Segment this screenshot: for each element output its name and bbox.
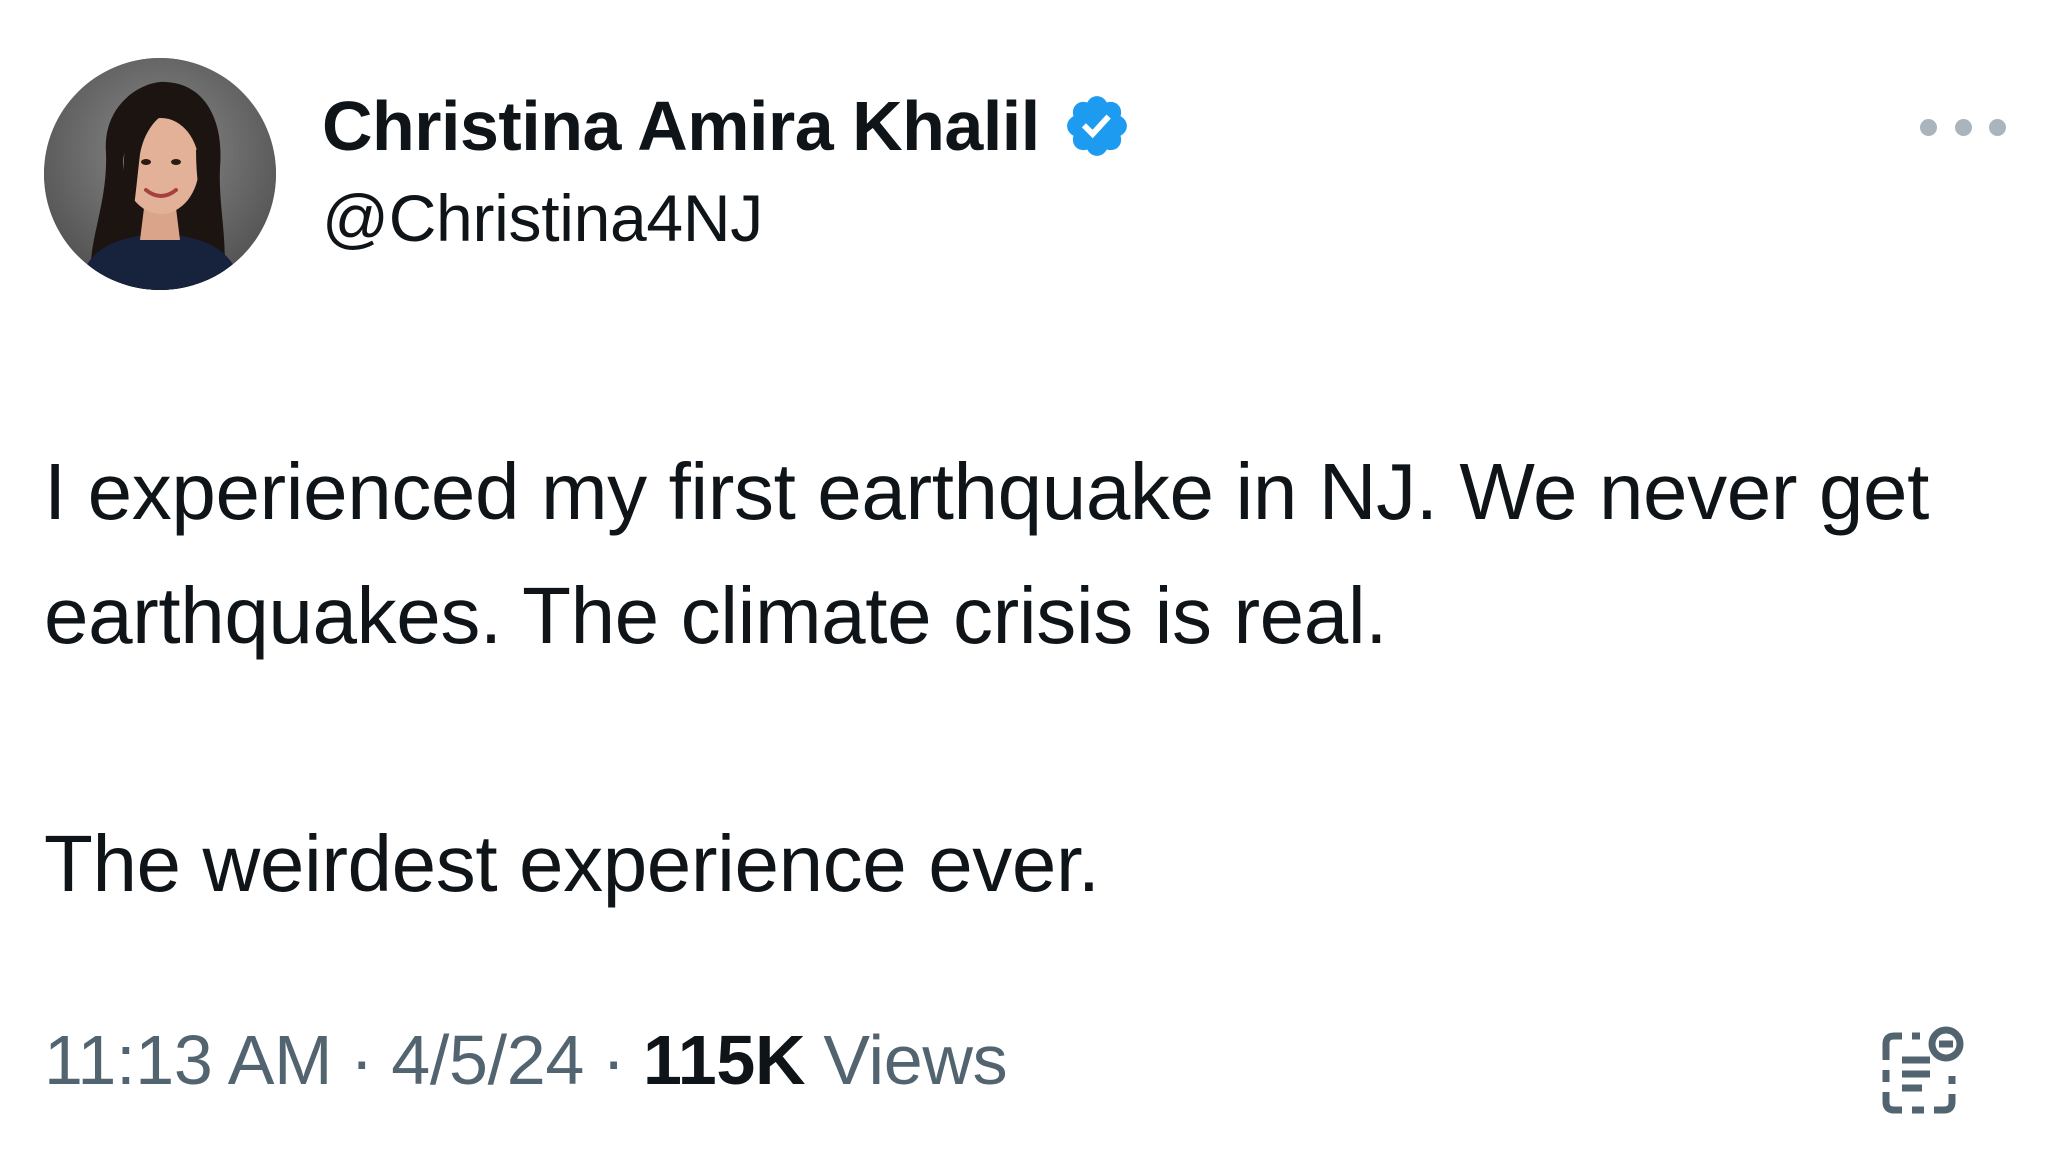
tweet-meta: 11:13 AM · 4/5/24 · 115K Views bbox=[44, 1020, 1008, 1100]
tweet-text: I experienced my first earthquake in NJ.… bbox=[44, 430, 2034, 926]
views-label: Views bbox=[823, 1021, 1008, 1099]
meta-separator: · bbox=[350, 1021, 374, 1099]
more-dot bbox=[1920, 118, 1937, 136]
author-handle[interactable]: @Christina4NJ bbox=[322, 180, 763, 256]
profile-photo-icon bbox=[44, 58, 276, 290]
tweet-time[interactable]: 11:13 AM bbox=[44, 1021, 332, 1099]
views-count: 115K bbox=[643, 1021, 806, 1099]
author-display-name[interactable]: Christina Amira Khalil bbox=[322, 86, 1040, 166]
more-dot bbox=[1954, 118, 1972, 136]
tweet-card: Christina Amira Khalil @Christina4NJ I e… bbox=[0, 0, 2048, 1165]
tweet-paragraph: The weirdest experience ever. bbox=[44, 819, 1100, 908]
more-horizontal-icon[interactable] bbox=[1920, 112, 2006, 142]
author-name-row: Christina Amira Khalil bbox=[322, 86, 1132, 166]
tweet-date[interactable]: 4/5/24 bbox=[391, 1021, 584, 1099]
analytics-icon[interactable] bbox=[1872, 1020, 1972, 1120]
more-dot bbox=[1989, 118, 2006, 136]
meta-separator: · bbox=[602, 1021, 626, 1099]
verified-badge-icon[interactable] bbox=[1062, 91, 1132, 161]
avatar[interactable] bbox=[44, 58, 276, 290]
tweet-paragraph: I experienced my first earthquake in NJ.… bbox=[44, 447, 1929, 660]
